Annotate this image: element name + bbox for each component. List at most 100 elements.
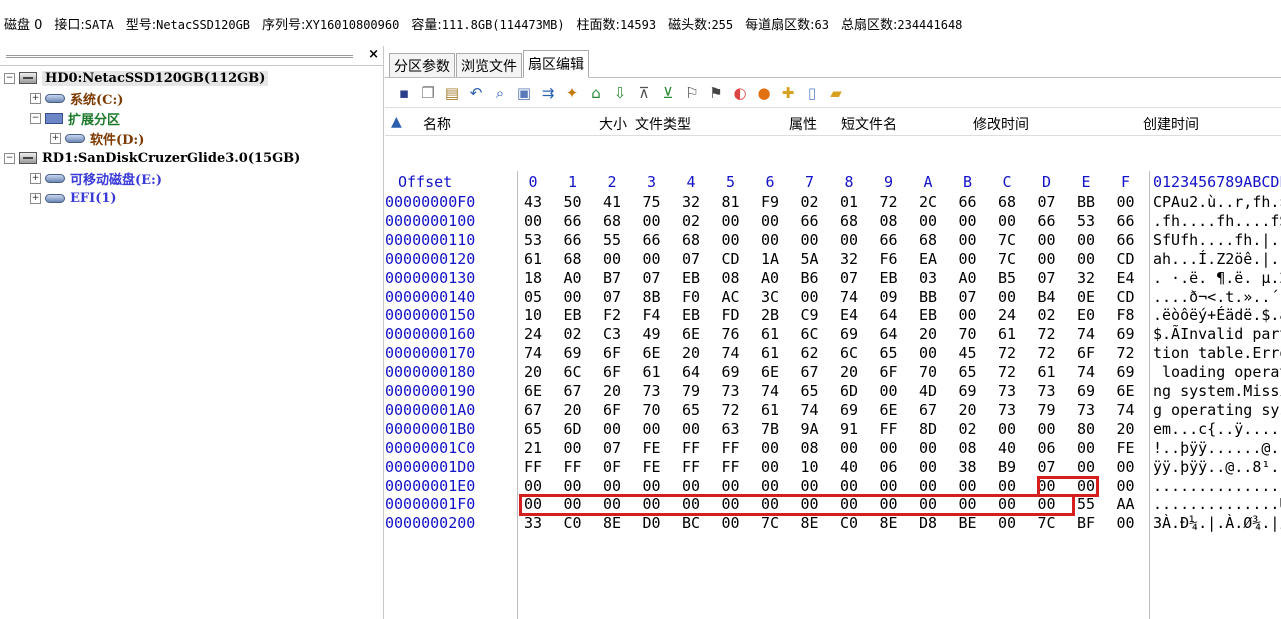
- hex-byte[interactable]: 8B: [640, 288, 664, 306]
- hex-byte[interactable]: 00: [1114, 458, 1138, 476]
- hex-byte[interactable]: 7C: [1035, 514, 1059, 532]
- hex-byte[interactable]: B9: [995, 458, 1019, 476]
- hex-byte[interactable]: A0: [956, 269, 980, 287]
- hex-byte[interactable]: 43: [521, 193, 545, 211]
- hex-byte[interactable]: 00: [1074, 231, 1098, 249]
- hex-byte[interactable]: B5: [995, 269, 1019, 287]
- hex-byte[interactable]: 10: [798, 458, 822, 476]
- hex-byte[interactable]: 20: [916, 325, 940, 343]
- hex-byte[interactable]: 20: [1114, 420, 1138, 438]
- hex-byte[interactable]: 55: [1074, 495, 1098, 513]
- hex-byte[interactable]: 6E: [1114, 382, 1138, 400]
- column-modified[interactable]: 修改时间: [973, 114, 1029, 134]
- hex-byte[interactable]: A0: [758, 269, 782, 287]
- hex-byte[interactable]: 00: [1035, 250, 1059, 268]
- bookmark2-icon[interactable]: ⚑: [707, 84, 725, 102]
- hex-byte[interactable]: 65: [679, 401, 703, 419]
- hex-byte[interactable]: FE: [640, 439, 664, 457]
- hex-byte[interactable]: 24: [521, 325, 545, 343]
- hex-byte[interactable]: 66: [1114, 212, 1138, 230]
- hex-byte[interactable]: 7C: [995, 231, 1019, 249]
- hex-byte[interactable]: 20: [600, 382, 624, 400]
- hex-byte[interactable]: 73: [719, 382, 743, 400]
- hex-byte[interactable]: 68: [600, 212, 624, 230]
- hex-byte[interactable]: 64: [877, 306, 901, 324]
- hex-byte[interactable]: 20: [521, 363, 545, 381]
- hex-byte[interactable]: 55: [600, 231, 624, 249]
- hex-byte[interactable]: 67: [561, 382, 585, 400]
- hex-byte[interactable]: 80: [1074, 420, 1098, 438]
- hex-byte[interactable]: 00: [679, 420, 703, 438]
- hex-byte[interactable]: 08: [719, 269, 743, 287]
- hex-byte[interactable]: 68: [995, 193, 1019, 211]
- hex-byte[interactable]: 73: [1074, 401, 1098, 419]
- hex-byte[interactable]: FF: [679, 439, 703, 457]
- hex-byte[interactable]: 00: [1035, 420, 1059, 438]
- hex-byte[interactable]: 00: [640, 212, 664, 230]
- hex-byte[interactable]: 72: [995, 344, 1019, 362]
- hex-byte[interactable]: 00: [995, 420, 1019, 438]
- hex-byte[interactable]: 72: [1035, 344, 1059, 362]
- hex-byte[interactable]: 00: [758, 477, 782, 495]
- hex-byte[interactable]: 68: [561, 250, 585, 268]
- hex-byte[interactable]: 61: [640, 363, 664, 381]
- save-partition-icon[interactable]: ⊻: [659, 84, 677, 102]
- hex-byte[interactable]: BC: [679, 514, 703, 532]
- hex-byte[interactable]: 73: [995, 382, 1019, 400]
- hex-byte[interactable]: F6: [877, 250, 901, 268]
- hex-byte[interactable]: 00: [1114, 193, 1138, 211]
- tree-node-removable[interactable]: + 可移动磁盘(E:): [30, 168, 162, 188]
- hex-byte[interactable]: 1A: [758, 250, 782, 268]
- hex-byte[interactable]: 00: [995, 212, 1019, 230]
- hex-byte[interactable]: 3C: [758, 288, 782, 306]
- hex-byte[interactable]: 61: [521, 250, 545, 268]
- hex-byte[interactable]: 50: [561, 193, 585, 211]
- hex-byte[interactable]: 00: [837, 477, 861, 495]
- hex-byte[interactable]: A0: [561, 269, 585, 287]
- tab-browse-files[interactable]: 浏览文件: [456, 53, 522, 77]
- hex-byte[interactable]: BB: [1074, 193, 1098, 211]
- hex-byte[interactable]: 7B: [758, 420, 782, 438]
- hex-byte[interactable]: 2C: [916, 193, 940, 211]
- hex-byte[interactable]: B7: [600, 269, 624, 287]
- hex-byte[interactable]: 00: [995, 288, 1019, 306]
- hex-byte[interactable]: 00: [956, 477, 980, 495]
- hex-byte[interactable]: 01: [837, 193, 861, 211]
- hex-byte[interactable]: 02: [1035, 306, 1059, 324]
- hex-byte[interactable]: 79: [679, 382, 703, 400]
- hex-byte[interactable]: 66: [956, 193, 980, 211]
- hex-byte[interactable]: 69: [1074, 382, 1098, 400]
- hex-byte[interactable]: 00: [561, 288, 585, 306]
- goto-icon[interactable]: ⇉: [539, 84, 557, 102]
- ascii-text[interactable]: ..............Uª: [1153, 495, 1281, 513]
- tree-node-rd1[interactable]: − RD1:SanDiskCruzerGlide3.0(15GB): [4, 148, 300, 168]
- hex-byte[interactable]: 73: [995, 401, 1019, 419]
- hex-byte[interactable]: 6E: [679, 325, 703, 343]
- hex-byte[interactable]: 6C: [837, 344, 861, 362]
- hex-byte[interactable]: EB: [877, 269, 901, 287]
- hex-byte[interactable]: 21: [521, 439, 545, 457]
- hex-byte[interactable]: 02: [679, 212, 703, 230]
- hex-byte[interactable]: 40: [995, 439, 1019, 457]
- hex-byte[interactable]: 62: [798, 344, 822, 362]
- ascii-text[interactable]: .ëòôëý+Éädë.$.àø: [1153, 306, 1281, 324]
- tree-node-extended[interactable]: − 扩展分区: [30, 108, 120, 128]
- page-icon[interactable]: ▯: [803, 84, 821, 102]
- hex-byte[interactable]: 00: [956, 250, 980, 268]
- hex-byte[interactable]: 00: [916, 212, 940, 230]
- hex-byte[interactable]: 08: [877, 212, 901, 230]
- hex-byte[interactable]: 6F: [600, 344, 624, 362]
- hex-byte[interactable]: 7C: [758, 514, 782, 532]
- collapse-icon[interactable]: −: [4, 72, 15, 84]
- hex-byte[interactable]: FF: [561, 458, 585, 476]
- hex-byte[interactable]: 07: [640, 269, 664, 287]
- hex-byte[interactable]: 53: [521, 231, 545, 249]
- hex-byte[interactable]: 66: [1114, 231, 1138, 249]
- ascii-text[interactable]: tion table.Error: [1153, 344, 1281, 362]
- paste-icon[interactable]: ▤: [443, 84, 461, 102]
- hex-byte[interactable]: 8E: [877, 514, 901, 532]
- hex-byte[interactable]: 8D: [916, 420, 940, 438]
- hex-byte[interactable]: 74: [1074, 325, 1098, 343]
- hex-byte[interactable]: 64: [877, 325, 901, 343]
- hex-byte[interactable]: D8: [916, 514, 940, 532]
